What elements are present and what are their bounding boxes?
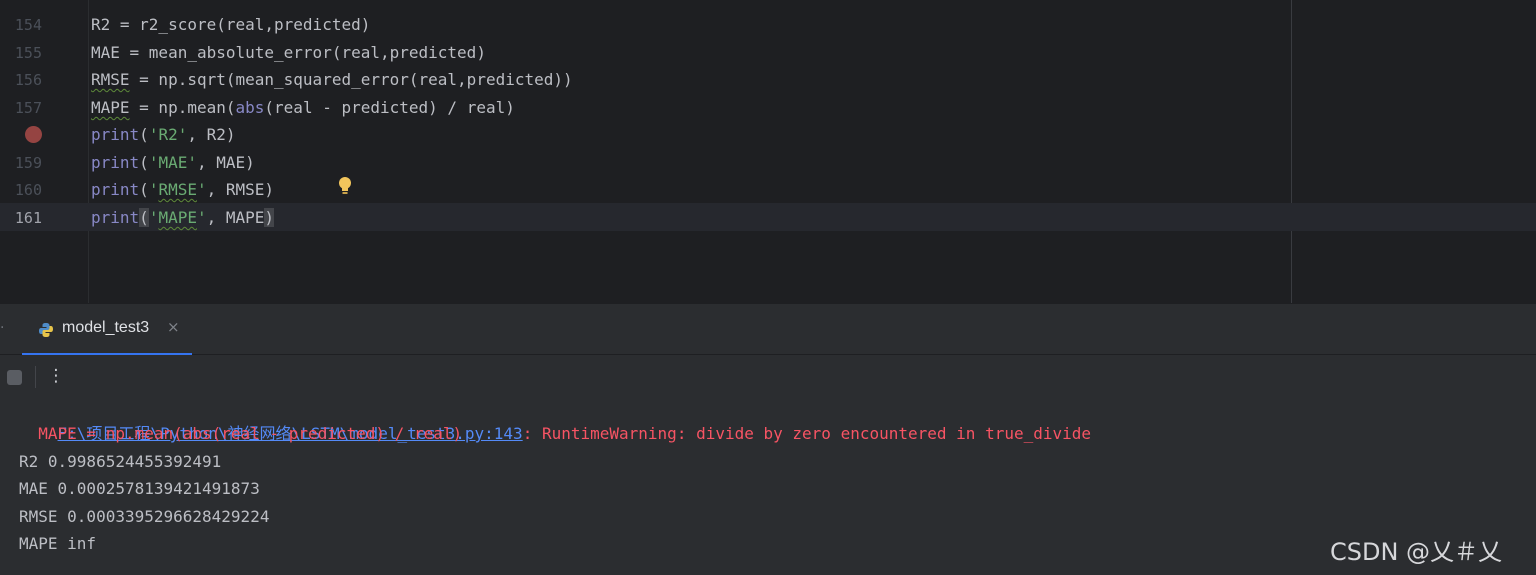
code-text[interactable]: MAE = mean_absolute_error(real,predicted…: [91, 39, 486, 67]
code-text[interactable]: MAPE = np.mean(abs(real - predicted) / r…: [91, 94, 515, 122]
code-text[interactable]: print('MAPE', MAPE): [91, 204, 275, 232]
more-options-icon[interactable]: ⋮: [47, 363, 65, 389]
console-line: MAPE = np.mean(abs(real - predicted) / r…: [19, 424, 463, 443]
code-text[interactable]: print('RMSE', RMSE): [91, 176, 274, 204]
code-line[interactable]: print('R2', R2): [0, 121, 1536, 149]
typo-warning: RMSE: [158, 180, 197, 199]
matched-bracket: (: [139, 208, 149, 227]
code-line[interactable]: 154 R2 = r2_score(real,predicted): [0, 11, 1536, 39]
warning-text: : RuntimeWarning: divide by zero encount…: [522, 424, 1092, 443]
code-line[interactable]: 157 MAPE = np.mean(abs(real - predicted)…: [0, 94, 1536, 122]
code-text[interactable]: RMSE = np.sqrt(mean_squared_error(real,p…: [91, 66, 573, 94]
line-number[interactable]: 155: [0, 39, 42, 67]
line-number[interactable]: 159: [0, 149, 42, 177]
console-line: RMSE 0.0003395296628429224: [19, 507, 270, 526]
line-number[interactable]: 157: [0, 94, 42, 122]
console-toolbar: [0, 355, 1536, 397]
code-editor[interactable]: 154 R2 = r2_score(real,predicted) 155 MA…: [0, 0, 1536, 303]
code-line[interactable]: 155 MAE = mean_absolute_error(real,predi…: [0, 39, 1536, 67]
code-text[interactable]: R2 = r2_score(real,predicted): [91, 11, 370, 39]
code-line[interactable]: 159 print('MAE', MAE): [0, 149, 1536, 177]
code-line-current[interactable]: 161 print('MAPE', MAPE): [0, 204, 1536, 232]
watermark: CSDN @乂＃乂: [1330, 538, 1503, 566]
code-line[interactable]: 156 RMSE = np.sqrt(mean_squared_error(re…: [0, 66, 1536, 94]
typo-warning: MAPE: [158, 208, 197, 227]
toolbar-separator: [35, 366, 36, 388]
console-line: MAPE inf: [19, 534, 97, 553]
stop-icon[interactable]: [7, 370, 22, 385]
tab-label: model_test3: [62, 319, 150, 336]
lightbulb-icon[interactable]: [337, 176, 353, 196]
console-output[interactable]: F:\项目工程\Python\神经网络\LSTM\model_test3.py:…: [0, 397, 1536, 575]
line-number[interactable]: 160: [0, 176, 42, 204]
console-line: MAE 0.0002578139421491873: [19, 479, 260, 498]
typo-warning: RMSE: [91, 70, 130, 89]
matched-bracket: ): [264, 208, 275, 227]
code-line[interactable]: 160 print('RMSE', RMSE): [0, 176, 1536, 204]
breakpoint-icon[interactable]: [25, 126, 42, 143]
close-icon[interactable]: ×: [167, 318, 180, 336]
tab-model-test3[interactable]: model_test3 ×: [22, 304, 192, 356]
line-number[interactable]: 156: [0, 66, 42, 94]
python-icon: [39, 323, 53, 337]
typo-warning: MAPE: [91, 98, 130, 117]
line-number[interactable]: 161: [0, 204, 42, 232]
code-text[interactable]: print('R2', R2): [91, 121, 236, 149]
console-line: R2 0.9986524455392491: [19, 452, 222, 471]
run-tool-window-header: · model_test3 ×: [0, 303, 1536, 356]
line-number[interactable]: 154: [0, 11, 42, 39]
code-text[interactable]: print('MAE', MAE): [91, 149, 255, 177]
panel-handle-icon[interactable]: ·: [0, 320, 4, 336]
